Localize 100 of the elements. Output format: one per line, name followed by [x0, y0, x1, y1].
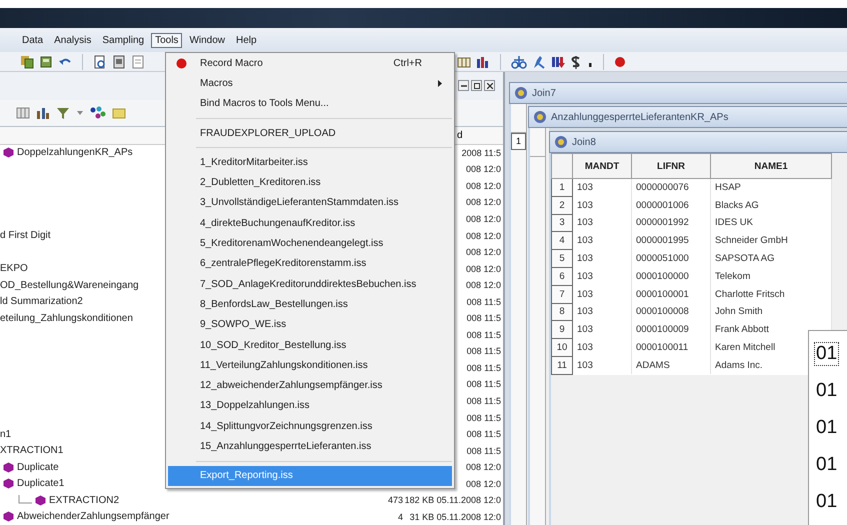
- pencil-icon[interactable]: [532, 54, 546, 68]
- file-name[interactable]: Duplicate: [17, 462, 59, 473]
- menu-item[interactable]: 10_SOD_Kreditor_Bestellung.iss: [168, 334, 452, 356]
- row-header[interactable]: 1: [511, 133, 526, 150]
- row-header[interactable]: 4: [552, 232, 572, 250]
- row-header[interactable]: 11: [552, 356, 572, 374]
- menu-item[interactable]: 15_AnzahlunggesperrteLieferanten.iss: [168, 436, 452, 457]
- file-name[interactable]: XTRACTION1: [0, 445, 64, 456]
- scales-icon[interactable]: [511, 54, 527, 68]
- table-cell: Telekom: [710, 267, 832, 286]
- column-header[interactable]: LIFNR: [632, 154, 710, 178]
- copy-icon[interactable]: [20, 54, 34, 68]
- table-cell: 103: [572, 285, 632, 304]
- sort-icon[interactable]: [551, 54, 565, 68]
- database-icon: [35, 494, 46, 506]
- file-details: 008 12:0: [464, 180, 502, 191]
- columns-icon[interactable]: [16, 106, 30, 120]
- list-item[interactable]: 01: [814, 378, 840, 402]
- table-cell: 103: [572, 196, 632, 214]
- row-header[interactable]: 1: [552, 178, 572, 196]
- column-header[interactable]: d: [457, 126, 503, 144]
- close-button[interactable]: [484, 80, 495, 92]
- row-header[interactable]: 2: [552, 196, 572, 214]
- network-icon[interactable]: [90, 106, 106, 120]
- table-cell: 0000100001: [632, 285, 710, 304]
- minimize-button[interactable]: [458, 80, 469, 92]
- table-cell: Schneider GmbH: [710, 232, 832, 250]
- file-details: 008 12:0: [464, 264, 502, 274]
- minimize-icon: [460, 84, 466, 87]
- row-header[interactable]: 3: [552, 214, 572, 232]
- menu-tab[interactable]: Sampling: [98, 32, 148, 48]
- file-name[interactable]: OD_Bestellung&Wareneingang: [0, 280, 139, 291]
- window-icon: [514, 86, 528, 100]
- record-icon[interactable]: [614, 56, 626, 68]
- menu-tab[interactable]: Data: [18, 32, 48, 48]
- menu-item[interactable]: 8_BenfordsLaw_Bestellungen.iss: [168, 294, 452, 315]
- window-title-bar[interactable]: AnzahlunggesperrteLieferantenKR_APs: [528, 106, 847, 128]
- row-header[interactable]: 5: [552, 250, 572, 268]
- bar-chart-icon[interactable]: [476, 54, 490, 68]
- file-name[interactable]: n1: [0, 428, 12, 440]
- grid-icon[interactable]: [457, 54, 471, 68]
- file-details: 008 12:0: [464, 247, 502, 258]
- menu-item[interactable]: 3_UnvollständigeLieferantenStammdaten.iss: [168, 192, 452, 214]
- menu-item[interactable]: 5_KreditorenamWochenendeangelegt.iss: [168, 233, 452, 254]
- menu-tab[interactable]: Analysis: [50, 32, 96, 48]
- record-count: 4: [396, 512, 403, 522]
- list-item[interactable]: 01: [814, 416, 840, 440]
- field-stats-icon[interactable]: [36, 106, 50, 120]
- file-details: 008 12:0: [464, 197, 502, 208]
- file-details: 2008 11:5: [460, 148, 502, 158]
- menu-item[interactable]: 1_KreditorMitarbeiter.iss: [168, 152, 452, 172]
- menu-item[interactable]: 2_Dubletten_Kreditoren.iss: [168, 172, 452, 193]
- file-name[interactable]: EKPO: [0, 263, 28, 274]
- database-icon: [3, 462, 14, 473]
- file-name[interactable]: AbweichenderZahlungsempfänger: [17, 511, 170, 522]
- print-preview-icon[interactable]: [93, 54, 107, 68]
- row-header[interactable]: 10: [552, 338, 572, 356]
- page-icon[interactable]: [112, 54, 126, 68]
- file-name[interactable]: d First Digit: [0, 230, 51, 242]
- table-cell: 0000001995: [632, 232, 710, 250]
- file-name[interactable]: EXTRACTION2: [49, 494, 120, 506]
- file-name[interactable]: DoppelzahlungenKR_APs: [17, 147, 133, 158]
- menu-item[interactable]: 7_SOD_AnlageKreditorunddirektesBebuchen.iss: [168, 274, 452, 294]
- list-item[interactable]: 01: [814, 342, 840, 366]
- file-name[interactable]: eteilung_Zahlungskonditionen: [0, 312, 133, 324]
- filter-icon[interactable]: [56, 106, 70, 120]
- file-details: 008 12:0: [464, 230, 502, 241]
- window-title-bar[interactable]: Join7: [509, 82, 847, 104]
- row-header[interactable]: 8: [552, 303, 572, 321]
- close-icon: [486, 82, 492, 89]
- list-item[interactable]: 01: [814, 490, 840, 514]
- menu-tab[interactable]: Window: [185, 32, 230, 48]
- menu-item[interactable]: 12_abweichenderZahlungsempfänger.iss: [168, 375, 452, 396]
- menu-item[interactable]: 9_SOWPO_WE.iss: [168, 314, 452, 335]
- window-title: AnzahlunggesperrteLieferantenKR_APs: [551, 112, 728, 122]
- menu-item[interactable]: 13_Doppelzahlungen.iss: [168, 396, 452, 416]
- row-header[interactable]: 6: [552, 267, 572, 286]
- file-name[interactable]: ld Summarization2: [0, 296, 83, 308]
- file-name[interactable]: Duplicate1: [17, 478, 64, 490]
- column-header[interactable]: MANDT: [572, 154, 632, 178]
- menu-tab[interactable]: Help: [232, 32, 261, 48]
- menu-item[interactable]: 14_SplittungvorZeichnungsgrenzen.iss: [168, 416, 452, 436]
- menu-item[interactable]: FRAUDEXPLORER_UPLOAD: [168, 122, 452, 144]
- database-icon[interactable]: [39, 54, 53, 68]
- menu-tab[interactable]: Tools: [151, 32, 182, 48]
- menu-item[interactable]: Bind Macros to Tools Menu...: [168, 94, 452, 114]
- column-header[interactable]: NAME1: [710, 154, 832, 178]
- table-cell: Charlotte Fritsch: [710, 285, 832, 304]
- restore-button[interactable]: [471, 80, 482, 92]
- document-icon[interactable]: [131, 54, 145, 68]
- table-cell: 103: [572, 232, 632, 250]
- dollar-icon[interactable]: [570, 54, 582, 68]
- menu-item[interactable]: 6_zentralePflegeKreditorenstamm.iss: [168, 254, 452, 274]
- folder-icon[interactable]: [112, 106, 126, 120]
- row-header[interactable]: 7: [552, 285, 572, 304]
- list-item[interactable]: 01: [814, 452, 840, 476]
- window-title-bar[interactable]: Join8: [549, 131, 847, 153]
- menu-item[interactable]: 4_direkteBuchungenaufKreditor.iss: [168, 213, 452, 234]
- row-header[interactable]: 9: [552, 320, 572, 339]
- menu-item[interactable]: 11_VerteilungZahlungskonditionen.iss: [168, 355, 452, 376]
